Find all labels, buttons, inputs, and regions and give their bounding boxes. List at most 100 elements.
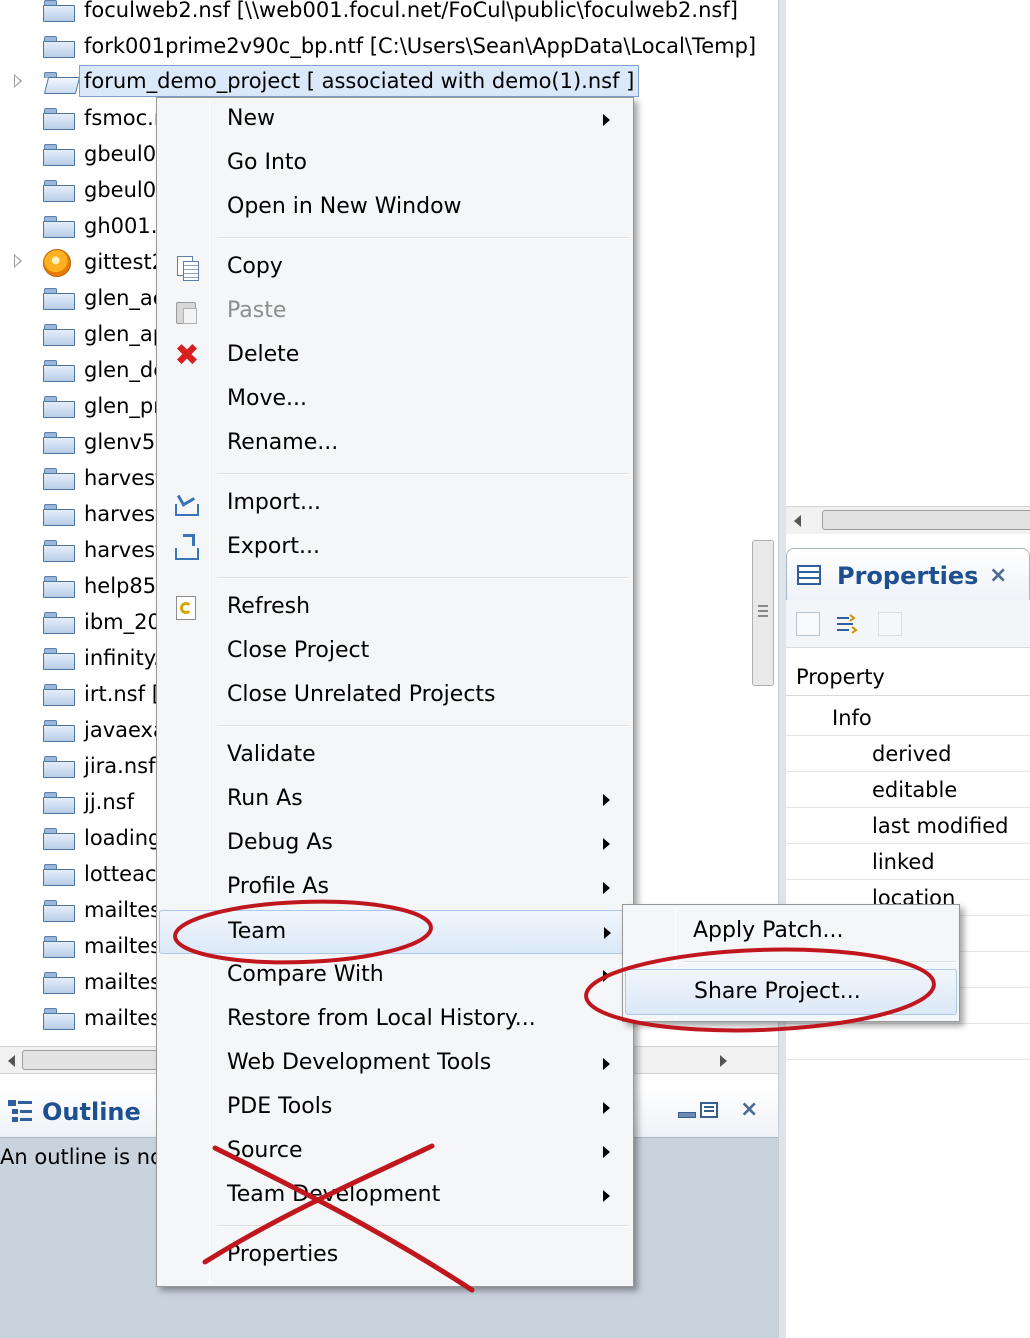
menu-item-label: Validate [227,742,316,767]
tree-item-label: jj.nsf [84,790,134,814]
folder-icon [43,36,75,58]
property-column-header[interactable]: Property [786,658,1030,696]
folder-icon [43,936,75,958]
refresh-icon [173,594,201,622]
folder-icon [43,900,75,922]
menu-item-label: Copy [227,254,283,279]
menu-item-rename[interactable]: Rename... [159,422,631,466]
property-row[interactable]: linked [786,844,1030,880]
property-name: Info [832,706,872,730]
categories-icon[interactable] [796,612,820,636]
menu-item-compare-with[interactable]: Compare With [159,954,631,998]
scrollbar-grip-icon [758,605,768,617]
scroll-left-arrow-icon[interactable] [794,515,801,527]
maximize-icon[interactable] [700,1102,718,1118]
expand-arrow-icon[interactable] [14,254,22,268]
menu-item-label: Restore from Local History... [227,1006,536,1031]
editor-horizontal-scrollbar[interactable] [786,506,1030,534]
properties-title: Properties [837,562,979,590]
menu-item-close-unrelated-projects[interactable]: Close Unrelated Projects [159,674,631,718]
menu-item-run-as[interactable]: Run As [159,778,631,822]
menu-item-label: Close Unrelated Projects [227,682,496,707]
menu-item-label: PDE Tools [227,1094,333,1119]
submenu-arrow-icon [603,1102,610,1114]
tree-item-label: forum_demo_project [ associated with dem… [79,65,640,97]
menu-item-label: Export... [227,534,320,559]
menu-item-new[interactable]: New [159,98,631,142]
property-row[interactable]: Info [786,700,1030,736]
property-row[interactable]: editable [786,772,1030,808]
menu-item-team-development[interactable]: Team Development [159,1174,631,1218]
menu-item-label: Go Into [227,150,308,175]
navigator-vertical-scrollbar[interactable] [752,540,774,686]
menu-item-export[interactable]: Export... [159,526,631,570]
menu-item-validate[interactable]: Validate [159,734,631,778]
property-row[interactable]: last modified [786,808,1030,844]
menu-item-share-project[interactable]: Share Project... [625,969,957,1015]
menu-separator [217,577,629,579]
property-row[interactable]: derived [786,736,1030,772]
menu-item-label: Refresh [227,594,311,619]
menu-item-label: Debug As [227,830,333,855]
folder-icon [43,108,75,130]
tree-item-label: gittest2 [84,250,166,274]
tree-item[interactable]: fork001prime2v90c_bp.ntf [C:\Users\Sean\… [0,28,778,64]
menu-item-import[interactable]: Import... [159,482,631,526]
folder-icon [43,216,75,238]
menu-item-web-development-tools[interactable]: Web Development Tools [159,1042,631,1086]
menu-item-open-in-new-window[interactable]: Open in New Window [159,186,631,230]
menu-item-debug-as[interactable]: Debug As [159,822,631,866]
editor-area [786,0,1030,540]
scrollbar-thumb[interactable] [22,1050,162,1070]
menu-item-pde-tools[interactable]: PDE Tools [159,1086,631,1130]
scrollbar-thumb[interactable] [822,510,1030,530]
delete-icon: ✖ [174,338,200,373]
scroll-right-arrow-icon[interactable] [720,1055,727,1067]
menu-item-label: Import... [227,490,321,515]
property-name: last modified [872,814,1009,838]
git-project-icon [43,249,71,277]
tree-item[interactable]: foculweb2.nsf [\\web001.focul.net/FoCul\… [0,0,778,28]
close-icon[interactable]: × [989,561,1007,591]
submenu-arrow-icon [603,882,610,894]
filter-advanced-icon[interactable] [834,612,858,636]
menu-item-label: Close Project [227,638,370,663]
tree-item-label: fork001prime2v90c_bp.ntf [C:\Users\Sean\… [84,34,757,58]
menu-item-refresh[interactable]: Refresh [159,586,631,630]
properties-tab[interactable]: Properties × [786,548,1030,600]
menu-item-copy[interactable]: Copy [159,246,631,290]
minimize-icon[interactable] [678,1112,696,1118]
properties-toolbar [786,600,1030,648]
submenu-arrow-icon [603,1146,610,1158]
tree-item-label: foculweb2.nsf [\\web001.focul.net/FoCul\… [84,0,738,22]
expand-arrow-icon[interactable] [14,74,22,88]
property-row[interactable] [786,1024,1030,1060]
menu-item-close-project[interactable]: Close Project [159,630,631,674]
menu-item-move[interactable]: Move... [159,378,631,422]
menu-item-label: Rename... [227,430,339,455]
tree-item[interactable]: forum_demo_project [ associated with dem… [0,64,778,100]
menu-item-label: Open in New Window [227,194,462,219]
menu-item-profile-as[interactable]: Profile As [159,866,631,910]
folder-icon [43,324,75,346]
menu-item-label: Source [227,1138,303,1163]
menu-item-source[interactable]: Source [159,1130,631,1174]
menu-item-apply-patch[interactable]: Apply Patch... [625,909,957,955]
property-name: editable [872,778,958,802]
folder-icon [43,828,75,850]
folder-icon [43,864,75,886]
sash[interactable] [778,0,786,1338]
menu-item-label: Move... [227,386,307,411]
menu-item-restore-from-local-history[interactable]: Restore from Local History... [159,998,631,1042]
close-icon[interactable]: × [740,1095,758,1125]
team-submenu: Apply Patch... Share Project... [622,904,960,1022]
folder-icon [43,144,75,166]
menu-item-go-into[interactable]: Go Into [159,142,631,186]
menu-item-properties[interactable]: Properties [159,1234,631,1278]
menu-item-team[interactable]: Team [159,910,631,954]
menu-item-label: Share Project... [694,979,861,1004]
menu-item-delete[interactable]: ✖ Delete [159,334,631,378]
folder-icon [43,792,75,814]
folder-icon [43,504,75,526]
scroll-left-arrow-icon[interactable] [8,1055,15,1067]
